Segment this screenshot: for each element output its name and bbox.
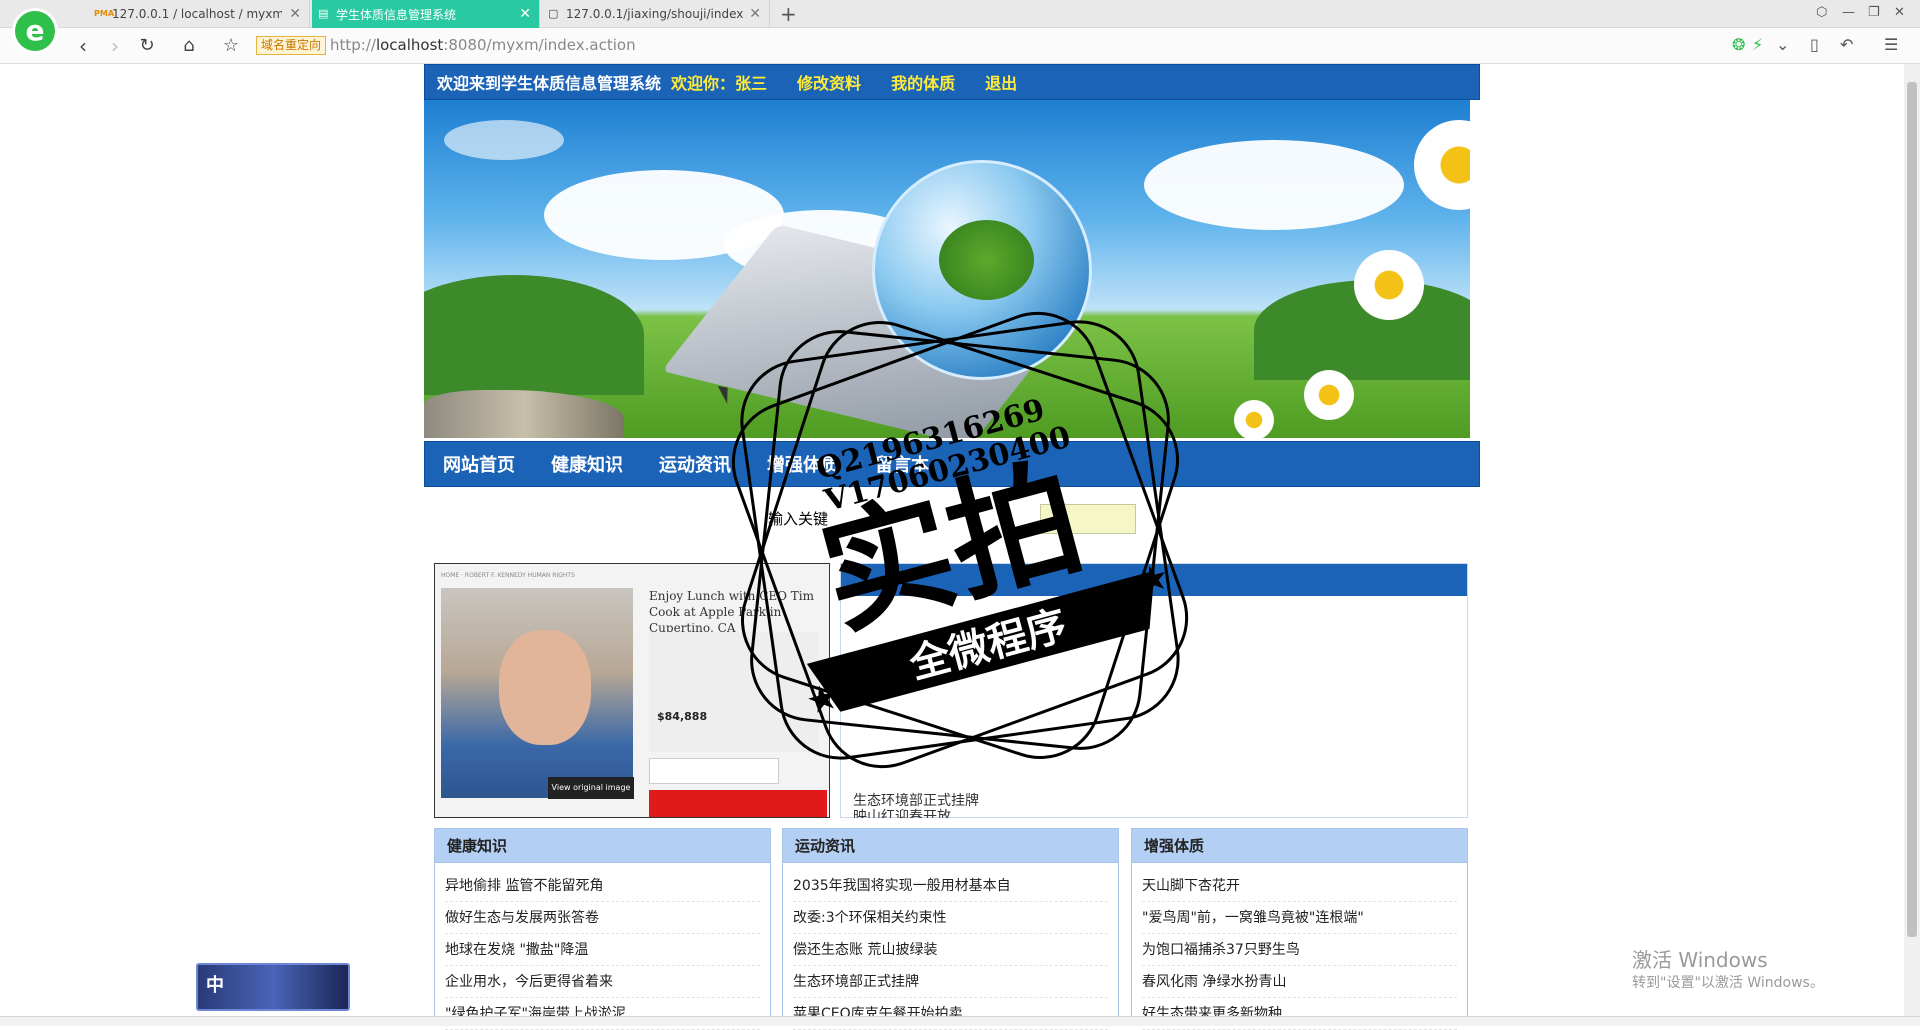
document-icon: ▤ [318,7,329,20]
list-item[interactable]: 地球在发烧 "撒盐"降温 [445,934,760,966]
view-original-button[interactable]: View original image [548,777,634,799]
forward-icon[interactable]: › [102,33,128,59]
header-banner-image [424,100,1470,438]
nav-health-knowledge[interactable]: 健康知识 [551,451,623,477]
page-scrollbar[interactable] [1904,64,1920,1026]
url-scheme: http:// [330,36,376,54]
tab-close-icon[interactable]: ✕ [749,6,761,22]
home-icon[interactable]: ⌂ [176,33,202,59]
list-item[interactable]: 做好生态与发展两张答卷 [445,902,760,934]
edit-profile-link[interactable]: 修改资料 [797,70,861,94]
chevron-down-icon[interactable]: ⌄ [1776,35,1789,54]
tab-label: 学生体质信息管理系统 [336,7,457,22]
column-health-knowledge: 健康知识 异地偷排 监管不能留死角 做好生态与发展两张答卷 地球在发烧 "撒盐"… [434,828,771,1030]
refresh-icon[interactable]: ↻ [134,33,160,59]
hello-label: 欢迎你： [671,74,736,93]
tab-close-icon[interactable]: ✕ [289,6,301,22]
undo-icon[interactable]: ↶ [1840,35,1853,54]
site-welcome-text: 欢迎来到学生体质信息管理系统 [437,74,662,93]
document-icon: ▢ [548,7,559,20]
address-bar: ‹ › ↻ ⌂ ☆ 域名重定向 http://localhost:8080/my… [0,28,1920,64]
news-list-header [841,564,1467,596]
redirect-badge: 域名重定向 [256,36,327,55]
list-item[interactable]: 生态环境部正式挂牌 [793,966,1108,998]
svg-text:e: e [26,14,45,47]
scroll-thumb[interactable] [1907,82,1917,937]
person-photo [441,588,633,798]
search-label: 输入关键 [768,510,829,528]
url-field[interactable]: http://localhost:8080/myxm/index.action [330,36,636,54]
my-fitness-link[interactable]: 我的体质 [891,70,955,94]
featured-news-photo[interactable]: HOME · ROBERT F. KENNEDY HUMAN RIGHTS Vi… [434,563,830,818]
new-tab-button[interactable]: + [780,2,797,26]
close-window-icon[interactable]: ✕ [1894,5,1905,20]
nav-guestbook[interactable]: 留言本 [875,451,929,477]
photo-headline: Enjoy Lunch with CEO Tim Cook at Apple P… [649,589,815,635]
photo-bid-bar [649,790,827,817]
tab-jiaxing[interactable]: ▢ 127.0.0.1/jiaxing/shouji/index ✕ [542,0,770,28]
column-enhance-fitness: 增强体质 天山脚下杏花开 "爱鸟周"前，一窝雏鸟竟被"连根端" 为饱口福捕杀37… [1131,828,1468,1030]
windows-activation-subtitle: 转到"设置"以激活 Windows。 [1632,975,1824,991]
tab-label: 127.0.0.1/jiaxing/shouji/index [566,7,744,21]
tab-close-icon[interactable]: ✕ [519,6,531,22]
restore-icon[interactable]: ❐ [1868,5,1880,20]
list-item[interactable]: 异地偷排 监管不能留死角 [445,870,760,902]
search-input[interactable] [1040,504,1136,534]
news-list-panel: 生态环境部正式挂牌 映山红迎春开放 [840,563,1468,818]
column-title: 健康知识 [435,829,770,863]
tab-phpmyadmin[interactable]: PMA 127.0.0.1 / localhost / myxm ✕ [88,0,310,28]
list-item[interactable]: 改委:3个环保相关约束性 [793,902,1108,934]
list-item[interactable]: "爱鸟周"前，一窝雏鸟竟被"连根端" [1142,902,1457,934]
phpmyadmin-icon: PMA [94,9,115,18]
main-navigation: 网站首页 健康知识 运动资讯 增强体质 留言本 [424,441,1480,487]
nav-enhance-fitness[interactable]: 增强体质 [767,451,839,477]
column-sports-news: 运动资讯 2035年我国将实现一般用材基本自 改委:3个环保相关约束性 偿还生态… [782,828,1119,1030]
back-icon[interactable]: ‹ [70,33,96,59]
list-item[interactable]: 偿还生态账 荒山披绿装 [793,934,1108,966]
list-item[interactable]: 2035年我国将实现一般用材基本自 [793,870,1108,902]
photo-breadcrumb: HOME · ROBERT F. KENNEDY HUMAN RIGHTS [441,572,575,579]
photo-price: $84,888 [657,710,708,723]
list-item[interactable]: 为饱口福捕杀37只野生鸟 [1142,934,1457,966]
top-welcome-bar: 欢迎来到学生体质信息管理系统 欢迎你： 张三 修改资料 我的体质 退出 [424,64,1480,100]
minimize-icon[interactable]: — [1842,5,1855,20]
ime-indicator[interactable]: 中 [196,963,350,1011]
nav-sports-news[interactable]: 运动资讯 [659,451,731,477]
list-item[interactable]: 企业用水，今后更得省着来 [445,966,760,998]
reading-icon[interactable]: ▯ [1810,35,1819,54]
news-list-item[interactable]: 映山红迎春开放 [853,806,951,818]
nav-home[interactable]: 网站首页 [443,451,515,477]
url-host: localhost [375,36,444,54]
list-item[interactable]: 春风化雨 净绿水扮青山 [1142,966,1457,998]
url-path: :8080/myxm/index.action [443,36,636,54]
tab-student-fitness[interactable]: ▤ 学生体质信息管理系统 ✕ [312,0,540,28]
tab-label: 127.0.0.1 / localhost / myxm [112,7,282,21]
star-icon[interactable]: ☆ [218,33,244,59]
ime-label: 中 [206,975,224,996]
username-link[interactable]: 张三 [735,70,767,94]
skin-icon[interactable]: ⬡ [1816,5,1827,20]
list-item[interactable]: 天山脚下杏花开 [1142,870,1457,902]
menu-icon[interactable]: ☰ [1884,35,1898,54]
security-icon[interactable]: ❂ [1732,35,1745,54]
windows-activation-title: 激活 Windows [1632,948,1768,972]
column-title: 增强体质 [1132,829,1467,863]
browser-tabbar: PMA 127.0.0.1 / localhost / myxm ✕ ▤ 学生体… [0,0,1920,28]
browser-logo-icon: e [12,8,58,54]
column-title: 运动资讯 [783,829,1118,863]
browser-statusbar [0,1016,1920,1026]
logout-link[interactable]: 退出 [985,70,1017,94]
speed-icon[interactable]: ⚡ [1752,35,1763,54]
